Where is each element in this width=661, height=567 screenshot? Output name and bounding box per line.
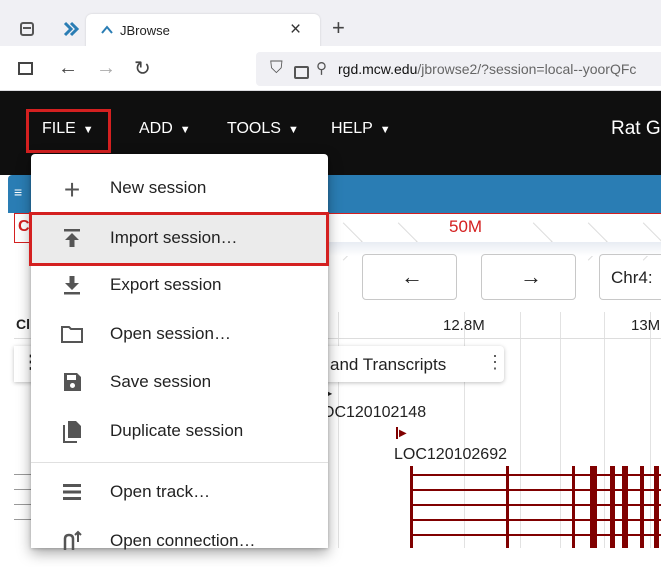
menu-item-label: New session bbox=[110, 178, 207, 197]
browser-tab[interactable]: JBrowse × bbox=[86, 14, 320, 48]
overview-cut-label: C bbox=[18, 218, 30, 235]
menu-item-export-session[interactable]: Export session bbox=[31, 262, 328, 311]
menu-item-label: Export session bbox=[110, 275, 222, 294]
menu-divider bbox=[31, 462, 328, 463]
track-row-line bbox=[14, 474, 32, 475]
menu-item-label: Open track… bbox=[110, 482, 211, 501]
view-menu-icon[interactable]: ≡ bbox=[14, 184, 22, 200]
scroll-left-button[interactable]: ← bbox=[362, 254, 457, 300]
sidebar-toggle-icon[interactable] bbox=[18, 62, 33, 75]
add-menu-button[interactable]: ADD ▼ bbox=[139, 120, 191, 138]
chevron-down-icon: ▼ bbox=[179, 124, 191, 136]
permissions-icon[interactable]: ⚲ bbox=[316, 59, 327, 77]
shield-icon[interactable]: ⛉ bbox=[270, 58, 283, 78]
add-menu-label: ADD bbox=[139, 120, 173, 137]
menu-item-save-session[interactable]: Save session bbox=[31, 359, 328, 408]
locstring-value: Chr4: bbox=[611, 268, 653, 287]
gridline bbox=[520, 312, 521, 548]
exon bbox=[506, 466, 509, 548]
url-field[interactable]: ⛉ ⚲ rgd.mcw.edu/jbrowse2/?session=local-… bbox=[256, 52, 661, 86]
menu-item-open-session[interactable]: Open session… bbox=[31, 311, 328, 360]
url-text: rgd.mcw.edu/jbrowse2/?session=local--yoo… bbox=[338, 61, 636, 77]
track-title: and Transcripts bbox=[330, 355, 447, 374]
exon bbox=[590, 466, 597, 548]
jbrowse-app-icon[interactable] bbox=[62, 20, 80, 38]
url-path: /jbrowse2/?session=local--yoorQFc bbox=[417, 61, 637, 77]
menu-item-open-track[interactable]: Open track… bbox=[31, 469, 328, 518]
menu-item-label: Open connection… bbox=[110, 531, 256, 550]
menu-item-label: Open session… bbox=[110, 324, 231, 343]
gene-label: OC120102148 bbox=[322, 404, 427, 421]
file-menu-highlight bbox=[26, 109, 111, 153]
tab-list-icon[interactable] bbox=[20, 22, 34, 36]
gridline bbox=[604, 312, 605, 548]
exon bbox=[610, 466, 615, 548]
gridline bbox=[560, 312, 561, 548]
new-tab-button[interactable]: + bbox=[332, 15, 345, 41]
track-label[interactable]: and Transcripts ⋮ bbox=[314, 346, 504, 382]
locstring-input[interactable]: Chr4: bbox=[599, 254, 661, 300]
menu-item-duplicate-session[interactable]: Duplicate session bbox=[31, 408, 328, 457]
track-menu-icon[interactable]: ⋮ bbox=[486, 352, 504, 373]
ruler-tick-label: 12.8M bbox=[443, 317, 485, 334]
lock-icon[interactable] bbox=[294, 66, 309, 79]
gene-start-marker bbox=[396, 427, 398, 439]
gridline bbox=[650, 312, 651, 548]
exon bbox=[622, 466, 628, 548]
folder-icon bbox=[59, 323, 85, 349]
chevron-down-icon: ▼ bbox=[287, 124, 299, 136]
url-host: rgd.mcw.edu bbox=[338, 61, 418, 77]
forward-icon: → bbox=[96, 57, 116, 79]
help-menu-button[interactable]: HELP ▼ bbox=[331, 120, 391, 138]
ruler-tick-label: 13M bbox=[631, 317, 661, 334]
track-row-line bbox=[14, 504, 32, 505]
scroll-right-button[interactable]: → bbox=[481, 254, 576, 300]
track-icon bbox=[59, 481, 85, 507]
tools-menu-button[interactable]: TOOLS ▼ bbox=[227, 120, 299, 138]
menu-item-open-connection[interactable]: Open connection… bbox=[31, 518, 328, 567]
track-row-line bbox=[14, 489, 32, 490]
download-icon bbox=[59, 274, 85, 300]
gene-strand-icon: ▶ bbox=[399, 428, 407, 439]
duplicate-icon bbox=[59, 420, 85, 446]
chevron-down-icon: ▼ bbox=[379, 124, 391, 136]
assembly-title: Rat G bbox=[611, 118, 661, 139]
connection-icon bbox=[59, 530, 85, 556]
help-menu-label: HELP bbox=[331, 120, 373, 137]
exon bbox=[654, 466, 659, 548]
track-header-cut: Cl bbox=[16, 316, 30, 332]
exon bbox=[572, 466, 575, 548]
arrow-right-icon: → bbox=[520, 264, 542, 289]
menu-item-label: Duplicate session bbox=[110, 421, 244, 440]
plus-icon: + bbox=[63, 174, 81, 205]
arrow-left-icon: ← bbox=[401, 264, 423, 289]
tab-title: JBrowse bbox=[120, 23, 170, 38]
import-session-highlight bbox=[29, 212, 329, 266]
menu-item-new-session[interactable]: + New session bbox=[31, 165, 328, 214]
exon bbox=[410, 466, 413, 548]
menu-item-label: Save session bbox=[110, 372, 212, 391]
tab-favicon-icon bbox=[100, 23, 114, 37]
back-icon[interactable]: ← bbox=[58, 57, 78, 80]
gene-label: LOC120102692 bbox=[394, 446, 507, 463]
exon bbox=[640, 466, 644, 548]
tools-menu-label: TOOLS bbox=[227, 120, 281, 137]
reload-icon[interactable]: ↻ bbox=[134, 56, 151, 81]
track-row-line bbox=[14, 519, 32, 520]
save-icon bbox=[59, 371, 85, 397]
overview-label: 50M bbox=[449, 217, 483, 236]
tab-close-icon[interactable]: × bbox=[290, 19, 301, 41]
